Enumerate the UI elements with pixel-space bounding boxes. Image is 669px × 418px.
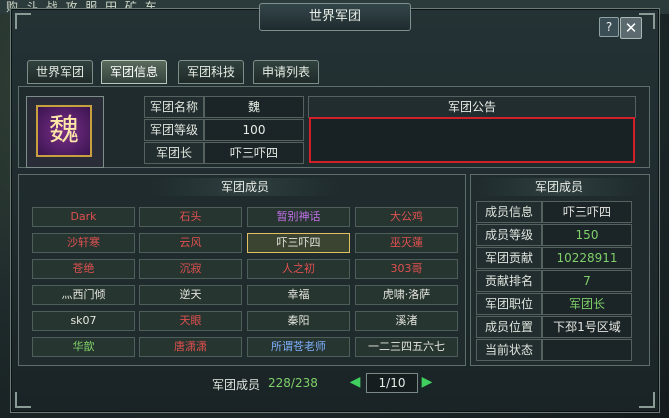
info-row-level: 军团等级 100 xyxy=(144,119,304,141)
detail-value: 军团长 xyxy=(542,293,632,315)
corner-ornament xyxy=(15,392,31,408)
info-row-leader: 军团长 吓三吓四 xyxy=(144,142,304,164)
member-item[interactable]: 暂别神话 xyxy=(247,207,350,227)
detail-label: 成员位置 xyxy=(476,316,542,338)
member-item[interactable]: 虎啸·洛萨 xyxy=(355,285,458,305)
prev-page-icon[interactable]: ◀ xyxy=(348,374,362,390)
tab-world-legion[interactable]: 世界军团 xyxy=(27,60,93,84)
member-item[interactable]: 秦阳 xyxy=(247,311,350,331)
member-item[interactable]: sk07 xyxy=(32,311,135,331)
help-button[interactable]: ? xyxy=(599,17,619,37)
member-item[interactable]: 苍绝 xyxy=(32,259,135,279)
game-screen: 购 斗 战 攻 服 田 矿 车 世界军团 ? ✕ 世界军团 军团信息 军团科技 … xyxy=(0,0,669,418)
detail-row: 贡献排名 7 xyxy=(476,270,636,292)
member-item[interactable]: 溪渚 xyxy=(355,311,458,331)
member-item[interactable]: 华歆 xyxy=(32,337,135,357)
tab-legion-tech[interactable]: 军团科技 xyxy=(178,60,244,84)
detail-row: 成员位置 下邳1号区域 xyxy=(476,316,636,338)
members-count: 228/238 xyxy=(268,376,318,390)
members-title: 军团成员 xyxy=(150,178,340,196)
member-item[interactable]: 幸福 xyxy=(247,285,350,305)
member-item[interactable]: 大公鸡 xyxy=(355,207,458,227)
notice-header: 军团公告 xyxy=(308,96,636,118)
member-item[interactable]: 唐潇潇 xyxy=(139,337,242,357)
detail-value: 150 xyxy=(542,224,632,246)
member-item[interactable]: 逆天 xyxy=(139,285,242,305)
corner-ornament xyxy=(639,392,655,408)
detail-row: 成员信息 吓三吓四 xyxy=(476,201,636,223)
detail-label: 成员信息 xyxy=(476,201,542,223)
member-item[interactable]: 沉寂 xyxy=(139,259,242,279)
detail-label: 军团贡献 xyxy=(476,247,542,269)
detail-label: 成员等级 xyxy=(476,224,542,246)
members-footer-label: 军团成员 xyxy=(212,378,261,392)
member-item[interactable]: 所谓苍老师 xyxy=(247,337,350,357)
next-page-icon[interactable]: ▶ xyxy=(420,374,434,390)
corner-ornament xyxy=(15,13,31,29)
level-value: 100 xyxy=(204,119,304,141)
level-label: 军团等级 xyxy=(144,119,204,141)
window-title: 世界军团 xyxy=(259,3,411,31)
detail-value: 吓三吓四 xyxy=(542,201,632,223)
detail-label: 贡献排名 xyxy=(476,270,542,292)
close-button[interactable]: ✕ xyxy=(620,17,642,39)
leader-label: 军团长 xyxy=(144,142,204,164)
detail-row: 军团贡献 10228911 xyxy=(476,247,636,269)
name-label: 军团名称 xyxy=(144,96,204,118)
member-item[interactable]: 石头 xyxy=(139,207,242,227)
detail-row: 成员等级 150 xyxy=(476,224,636,246)
detail-label: 当前状态 xyxy=(476,339,542,361)
detail-row: 军团职位 军团长 xyxy=(476,293,636,315)
member-item[interactable]: 人之初 xyxy=(247,259,350,279)
tab-legion-info[interactable]: 军团信息 xyxy=(101,60,167,84)
detail-value xyxy=(542,339,632,361)
detail-row: 当前状态 xyxy=(476,339,636,361)
tab-apply-list[interactable]: 申请列表 xyxy=(253,60,319,84)
member-item[interactable]: 沙轩寒 xyxy=(32,233,135,253)
member-item[interactable]: 天眼 xyxy=(139,311,242,331)
detail-value: 7 xyxy=(542,270,632,292)
notice-content xyxy=(309,117,635,163)
member-item[interactable]: 巫灭蓮 xyxy=(355,233,458,253)
info-row-name: 军团名称 魏 xyxy=(144,96,304,118)
detail-label: 军团职位 xyxy=(476,293,542,315)
member-item[interactable]: 303哥 xyxy=(355,259,458,279)
member-item[interactable]: 吓三吓四 xyxy=(247,233,350,253)
detail-value: 10228911 xyxy=(542,247,632,269)
emblem-char: 魏 xyxy=(36,105,92,157)
member-item[interactable]: 一二三四五六七 xyxy=(355,337,458,357)
member-item[interactable]: Dark xyxy=(32,207,135,227)
name-value: 魏 xyxy=(204,96,304,118)
legion-emblem: 魏 xyxy=(26,96,104,168)
detail-value: 下邳1号区域 xyxy=(542,316,632,338)
leader-value: 吓三吓四 xyxy=(204,142,304,164)
member-detail-title: 军团成员 xyxy=(476,178,642,196)
member-item[interactable]: 云风 xyxy=(139,233,242,253)
page-indicator: 1/10 xyxy=(366,373,418,393)
member-item[interactable]: 灬西门倾 xyxy=(32,285,135,305)
